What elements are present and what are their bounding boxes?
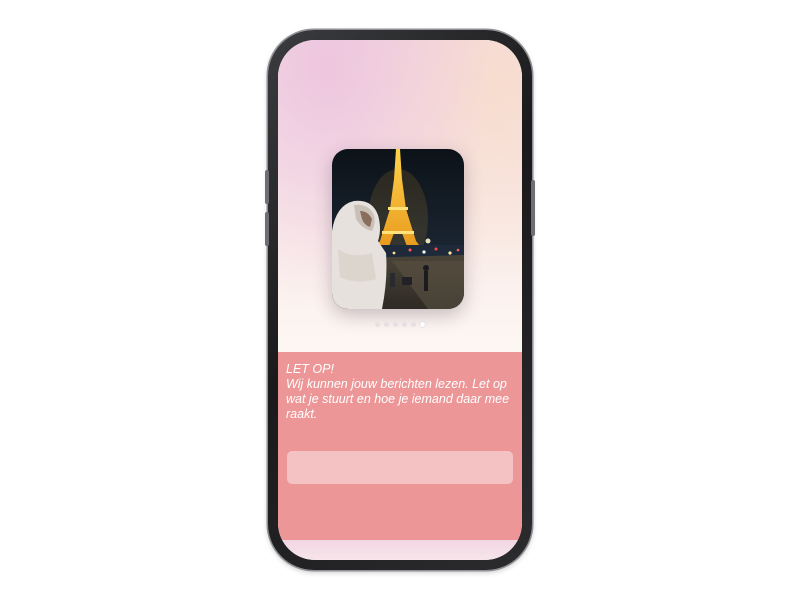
warning-panel: LET OP! Wij kunnen jouw berichten lezen.… [278, 352, 522, 540]
volume-up-button [265, 170, 269, 204]
phone-screen: LET OP! Wij kunnen jouw berichten lezen.… [278, 40, 522, 560]
home-indicator-area [278, 540, 522, 560]
pager-dot[interactable] [375, 322, 380, 327]
story-area [278, 40, 522, 352]
phone-frame: LET OP! Wij kunnen jouw berichten lezen.… [265, 30, 535, 570]
warning-title: LET OP! [286, 362, 334, 376]
stage: LET OP! Wij kunnen jouw berichten lezen.… [0, 0, 800, 600]
power-button [531, 180, 535, 236]
pager-dot[interactable] [393, 322, 398, 327]
pager-dot-active[interactable] [420, 322, 425, 327]
pager-dot[interactable] [411, 322, 416, 327]
reply-input[interactable] [287, 451, 513, 484]
story-photo[interactable] [332, 149, 464, 309]
volume-down-button [265, 212, 269, 246]
eiffel-tower-night-photo-icon [332, 149, 464, 309]
pager-dot[interactable] [402, 322, 407, 327]
pager-dot[interactable] [384, 322, 389, 327]
warning-body: Wij kunnen jouw berichten lezen. Let op … [286, 377, 510, 421]
story-pager [278, 322, 522, 327]
